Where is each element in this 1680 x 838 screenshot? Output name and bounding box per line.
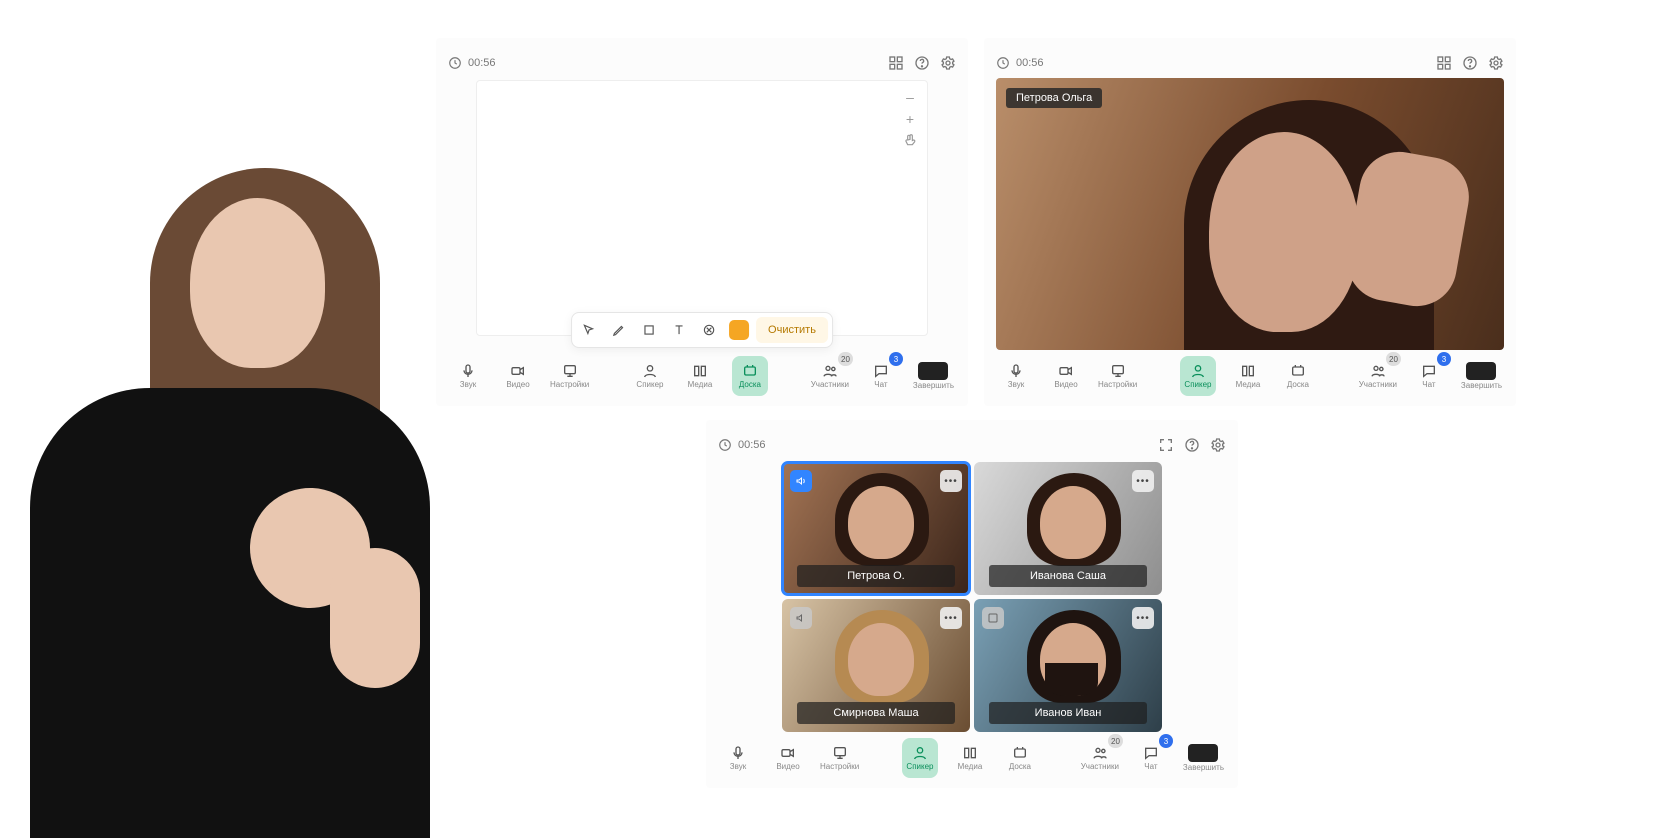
speaker-view-button[interactable]: Спикер bbox=[902, 738, 938, 778]
panel1-controls: Звук Видео Настройки Спикер Медиа Доска … bbox=[436, 354, 968, 398]
participant-name: Иванов Иван bbox=[989, 702, 1147, 724]
panel-speaker-view: 00:56 Петрова Ольга Звук Видео Настройки… bbox=[984, 38, 1516, 406]
speaker-view-button[interactable]: Спикер bbox=[1180, 356, 1216, 396]
gear-icon[interactable] bbox=[1210, 437, 1226, 453]
participants-button[interactable]: 20Участники bbox=[1081, 738, 1119, 778]
tile-more-icon[interactable]: ••• bbox=[940, 607, 962, 629]
help-icon[interactable] bbox=[1184, 437, 1200, 453]
chat-button[interactable]: 3Чат bbox=[863, 356, 899, 396]
audio-button[interactable]: Звук bbox=[998, 356, 1034, 396]
board-button[interactable]: Доска bbox=[732, 356, 768, 396]
participants-button[interactable]: 20Участники bbox=[811, 356, 849, 396]
grid-layout-icon[interactable] bbox=[1436, 55, 1452, 71]
tile-more-icon[interactable]: ••• bbox=[1132, 607, 1154, 629]
panel-grid-view: 00:56 ••• Петрова О. ••• Иванова Саша bbox=[706, 420, 1238, 788]
media-button[interactable]: Медиа bbox=[682, 356, 718, 396]
muted-icon bbox=[982, 607, 1004, 629]
gear-icon[interactable] bbox=[940, 55, 956, 71]
speaking-icon bbox=[790, 470, 812, 492]
hand-tool-icon[interactable] bbox=[903, 133, 917, 147]
speaker-name-tag: Петрова Ольга bbox=[1006, 88, 1102, 108]
color-swatch[interactable] bbox=[726, 317, 752, 343]
tile-more-icon[interactable]: ••• bbox=[1132, 470, 1154, 492]
panel2-header: 00:56 bbox=[996, 52, 1504, 74]
end-call-button[interactable]: Завершить bbox=[1461, 356, 1502, 396]
whiteboard-toolbar: Очистить bbox=[571, 312, 833, 348]
participants-button[interactable]: 20Участники bbox=[1359, 356, 1397, 396]
participant-name: Петрова О. bbox=[797, 565, 955, 587]
panel1-time: 00:56 bbox=[468, 57, 496, 69]
board-button[interactable]: Доска bbox=[1280, 356, 1316, 396]
speaker-video[interactable]: Петрова Ольга bbox=[996, 78, 1504, 350]
gear-icon[interactable] bbox=[1488, 55, 1504, 71]
participant-tile[interactable]: ••• Петрова О. bbox=[782, 462, 970, 595]
video-button[interactable]: Видео bbox=[770, 738, 806, 778]
settings-button[interactable]: Настройки bbox=[1098, 356, 1137, 396]
media-button[interactable]: Медиа bbox=[952, 738, 988, 778]
audio-button[interactable]: Звук bbox=[720, 738, 756, 778]
stage: 00:56 – + bbox=[0, 0, 1680, 838]
clock-icon bbox=[448, 56, 462, 70]
video-button[interactable]: Видео bbox=[1048, 356, 1084, 396]
panel-whiteboard-view: 00:56 – + bbox=[436, 38, 968, 406]
settings-button[interactable]: Настройки bbox=[550, 356, 589, 396]
end-call-button[interactable]: Завершить bbox=[1183, 738, 1224, 778]
participant-tile[interactable]: ••• Смирнова Маша bbox=[782, 599, 970, 732]
panel2-time: 00:56 bbox=[1016, 57, 1044, 69]
whiteboard-canvas[interactable]: – + bbox=[476, 80, 928, 336]
participant-name: Иванова Саша bbox=[989, 565, 1147, 587]
text-tool-icon[interactable] bbox=[666, 317, 692, 343]
clock-icon bbox=[996, 56, 1010, 70]
settings-button[interactable]: Настройки bbox=[820, 738, 859, 778]
zoom-out-button[interactable]: – bbox=[906, 89, 914, 105]
help-icon[interactable] bbox=[914, 55, 930, 71]
grid-layout-icon[interactable] bbox=[888, 55, 904, 71]
panel3-header: 00:56 bbox=[718, 434, 1226, 456]
panel3-time: 00:56 bbox=[738, 439, 766, 451]
board-button[interactable]: Доска bbox=[1002, 738, 1038, 778]
panel1-header: 00:56 bbox=[448, 52, 956, 74]
media-button[interactable]: Медиа bbox=[1230, 356, 1266, 396]
zoom-in-button[interactable]: + bbox=[906, 111, 914, 127]
panel3-controls: Звук Видео Настройки Спикер Медиа Доска … bbox=[706, 736, 1238, 780]
participants-grid: ••• Петрова О. ••• Иванова Саша ••• Смир… bbox=[782, 462, 1162, 732]
audio-button[interactable]: Звук bbox=[450, 356, 486, 396]
chat-button[interactable]: 3Чат bbox=[1411, 356, 1447, 396]
pencil-tool-icon[interactable] bbox=[606, 317, 632, 343]
clear-button[interactable]: Очистить bbox=[756, 317, 828, 343]
speaker-view-button[interactable]: Спикер bbox=[632, 356, 668, 396]
help-icon[interactable] bbox=[1462, 55, 1478, 71]
presenter-photo bbox=[0, 58, 440, 838]
muted-icon bbox=[790, 607, 812, 629]
participant-tile[interactable]: ••• Иванова Саша bbox=[974, 462, 1162, 595]
participant-name: Смирнова Маша bbox=[797, 702, 955, 724]
end-call-button[interactable]: Завершить bbox=[913, 356, 954, 396]
clock-icon bbox=[718, 438, 732, 452]
fullscreen-icon[interactable] bbox=[1158, 437, 1174, 453]
participant-tile[interactable]: ••• Иванов Иван bbox=[974, 599, 1162, 732]
video-button[interactable]: Видео bbox=[500, 356, 536, 396]
chat-button[interactable]: 3Чат bbox=[1133, 738, 1169, 778]
pointer-tool-icon[interactable] bbox=[576, 317, 602, 343]
shape-tool-icon[interactable] bbox=[636, 317, 662, 343]
tile-more-icon[interactable]: ••• bbox=[940, 470, 962, 492]
erase-tool-icon[interactable] bbox=[696, 317, 722, 343]
panel2-controls: Звук Видео Настройки Спикер Медиа Доска … bbox=[984, 354, 1516, 398]
